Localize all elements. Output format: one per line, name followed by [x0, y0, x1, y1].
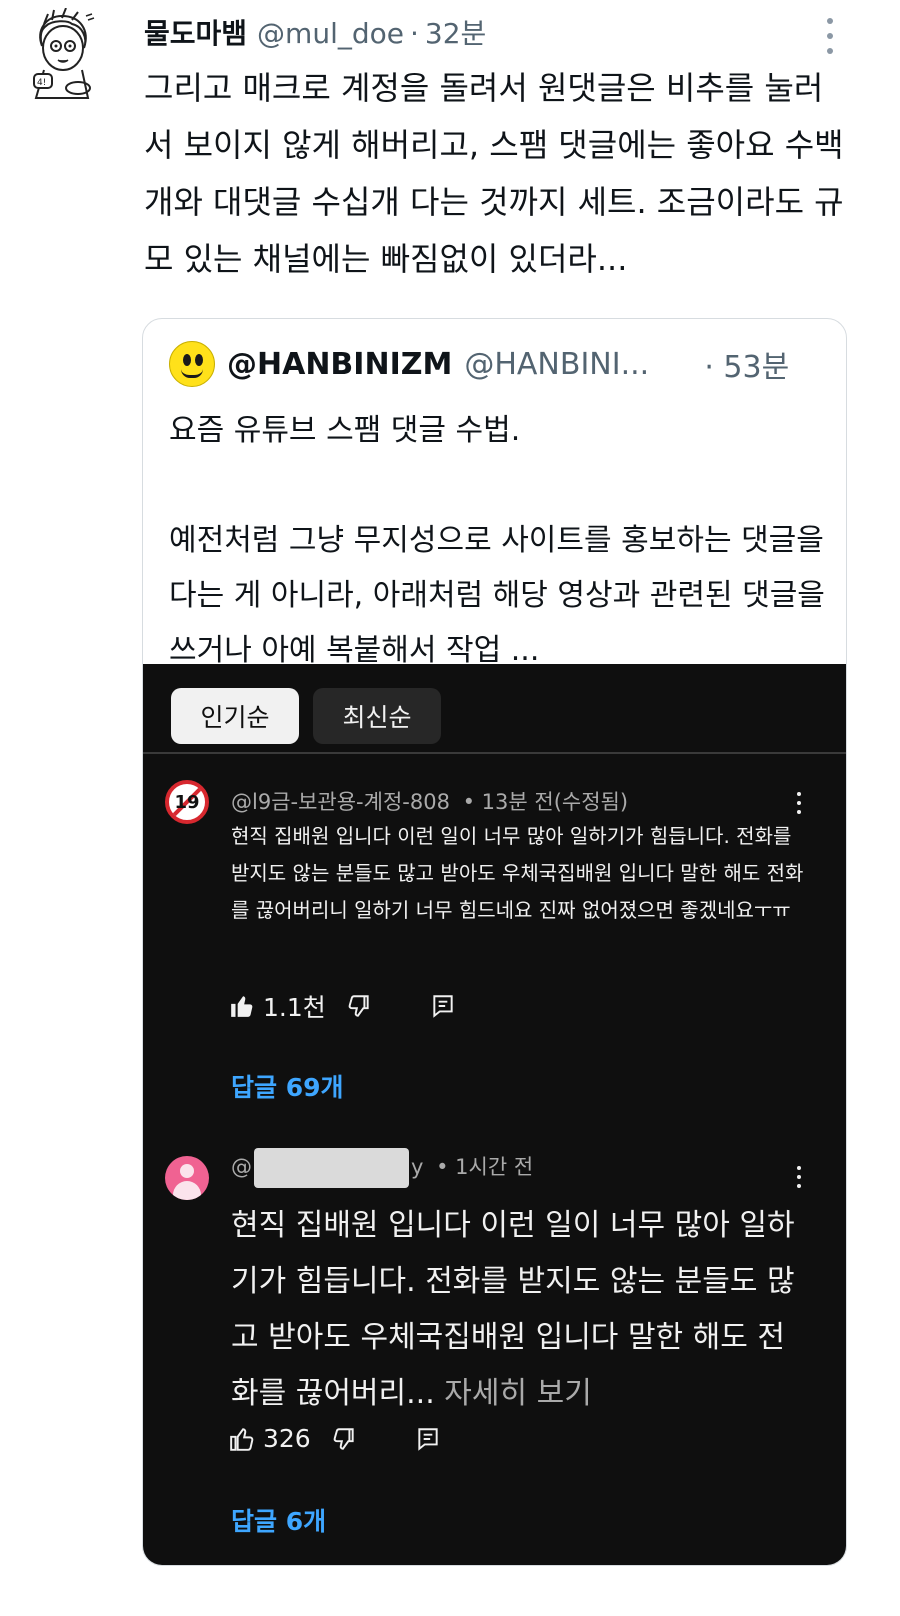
comment-meta: @ y • 1시간 전	[231, 1148, 533, 1188]
tweet-header: 물도마뱀 @mul_doe · 32분	[144, 12, 486, 52]
thumbs-up-icon[interactable]	[229, 993, 255, 1019]
see-more-link[interactable]: 자세히 보기	[444, 1376, 592, 1411]
redacted-username	[254, 1148, 409, 1188]
comment-actions: 326	[229, 1424, 441, 1453]
avatar-label: 19	[174, 791, 200, 813]
divider	[143, 752, 846, 754]
reply-icon[interactable]	[430, 993, 456, 1019]
comment-avatar[interactable]: 19	[165, 780, 209, 824]
comment-meta: @l9금-보관용-계정-808 • 13분 전(수정됨)	[231, 786, 628, 816]
reply-icon[interactable]	[415, 1426, 441, 1452]
thumbs-down-icon[interactable]	[346, 993, 372, 1019]
quote-display-name[interactable]: @HANBINIZM	[227, 347, 452, 382]
quote-time[interactable]: · 53분	[704, 342, 789, 386]
sort-chip-newest[interactable]: 최신순	[313, 688, 441, 744]
replies-link[interactable]: 답글 6개	[231, 1502, 326, 1538]
tweet-time[interactable]: 32분	[425, 12, 486, 52]
comment-text: 현직 집배원 입니다 이런 일이 너무 많아 일하기가 힘듭니다. 전화를 받지…	[231, 1198, 811, 1422]
more-vert-icon[interactable]	[820, 18, 840, 54]
comment-actions: 1.1천	[229, 988, 456, 1024]
comment-time: • 13분 전(수정됨)	[462, 790, 629, 814]
smiley-avatar-icon[interactable]	[169, 341, 215, 387]
sort-chip-popular[interactable]: 인기순	[171, 688, 299, 744]
like-count: 326	[263, 1424, 311, 1453]
youtube-comments-screenshot[interactable]: 인기순 최신순 19 @l9금-보관용-계정-808 • 13분 전(수정됨) …	[143, 664, 846, 1565]
quote-tweet-card[interactable]: @HANBINIZM @HANBINI... · 53분 요즘 유튜브 스팸 댓…	[142, 318, 847, 1566]
user-handle[interactable]: @mul_doe	[257, 17, 404, 50]
comment-author-prefix[interactable]: @	[231, 1155, 252, 1179]
tweet-text: 그리고 매크로 계정을 돌려서 원댓글은 비추를 눌러서 보이지 않게 해버리고…	[144, 69, 844, 278]
user-avatar[interactable]: 4!	[22, 7, 102, 104]
replies-link[interactable]: 답글 69개	[231, 1068, 344, 1104]
quote-handle[interactable]: @HANBINI...	[464, 347, 686, 382]
display-name[interactable]: 물도마뱀	[144, 12, 247, 52]
comment-time: • 1시간 전	[436, 1155, 534, 1179]
thumbs-up-icon[interactable]	[229, 1426, 255, 1452]
comment-author[interactable]: @l9금-보관용-계정-808	[231, 790, 450, 814]
quote-header: @HANBINIZM @HANBINI... · 53분	[169, 341, 789, 387]
comment-text: 현직 집배원 입니다 이런 일이 너무 많아 일하기가 힘듭니다. 전화를 받지…	[231, 824, 804, 922]
comment-author-suffix: y	[411, 1155, 424, 1179]
cartoon-avatar-icon: 4!	[33, 7, 95, 99]
like-count: 1.1천	[263, 993, 326, 1022]
thumbs-down-icon[interactable]	[331, 1426, 357, 1452]
comment-more-icon[interactable]	[797, 1166, 803, 1188]
comment-more-icon[interactable]	[797, 792, 803, 814]
comment-avatar[interactable]	[165, 1156, 209, 1200]
svg-text:4!: 4!	[37, 78, 46, 88]
separator-dot: ·	[409, 17, 419, 50]
person-icon	[180, 1164, 194, 1178]
quote-text: 요즘 유튜브 스팸 댓글 수법. 예전처럼 그냥 무지성으로 사이트를 홍보하는…	[169, 413, 825, 668]
